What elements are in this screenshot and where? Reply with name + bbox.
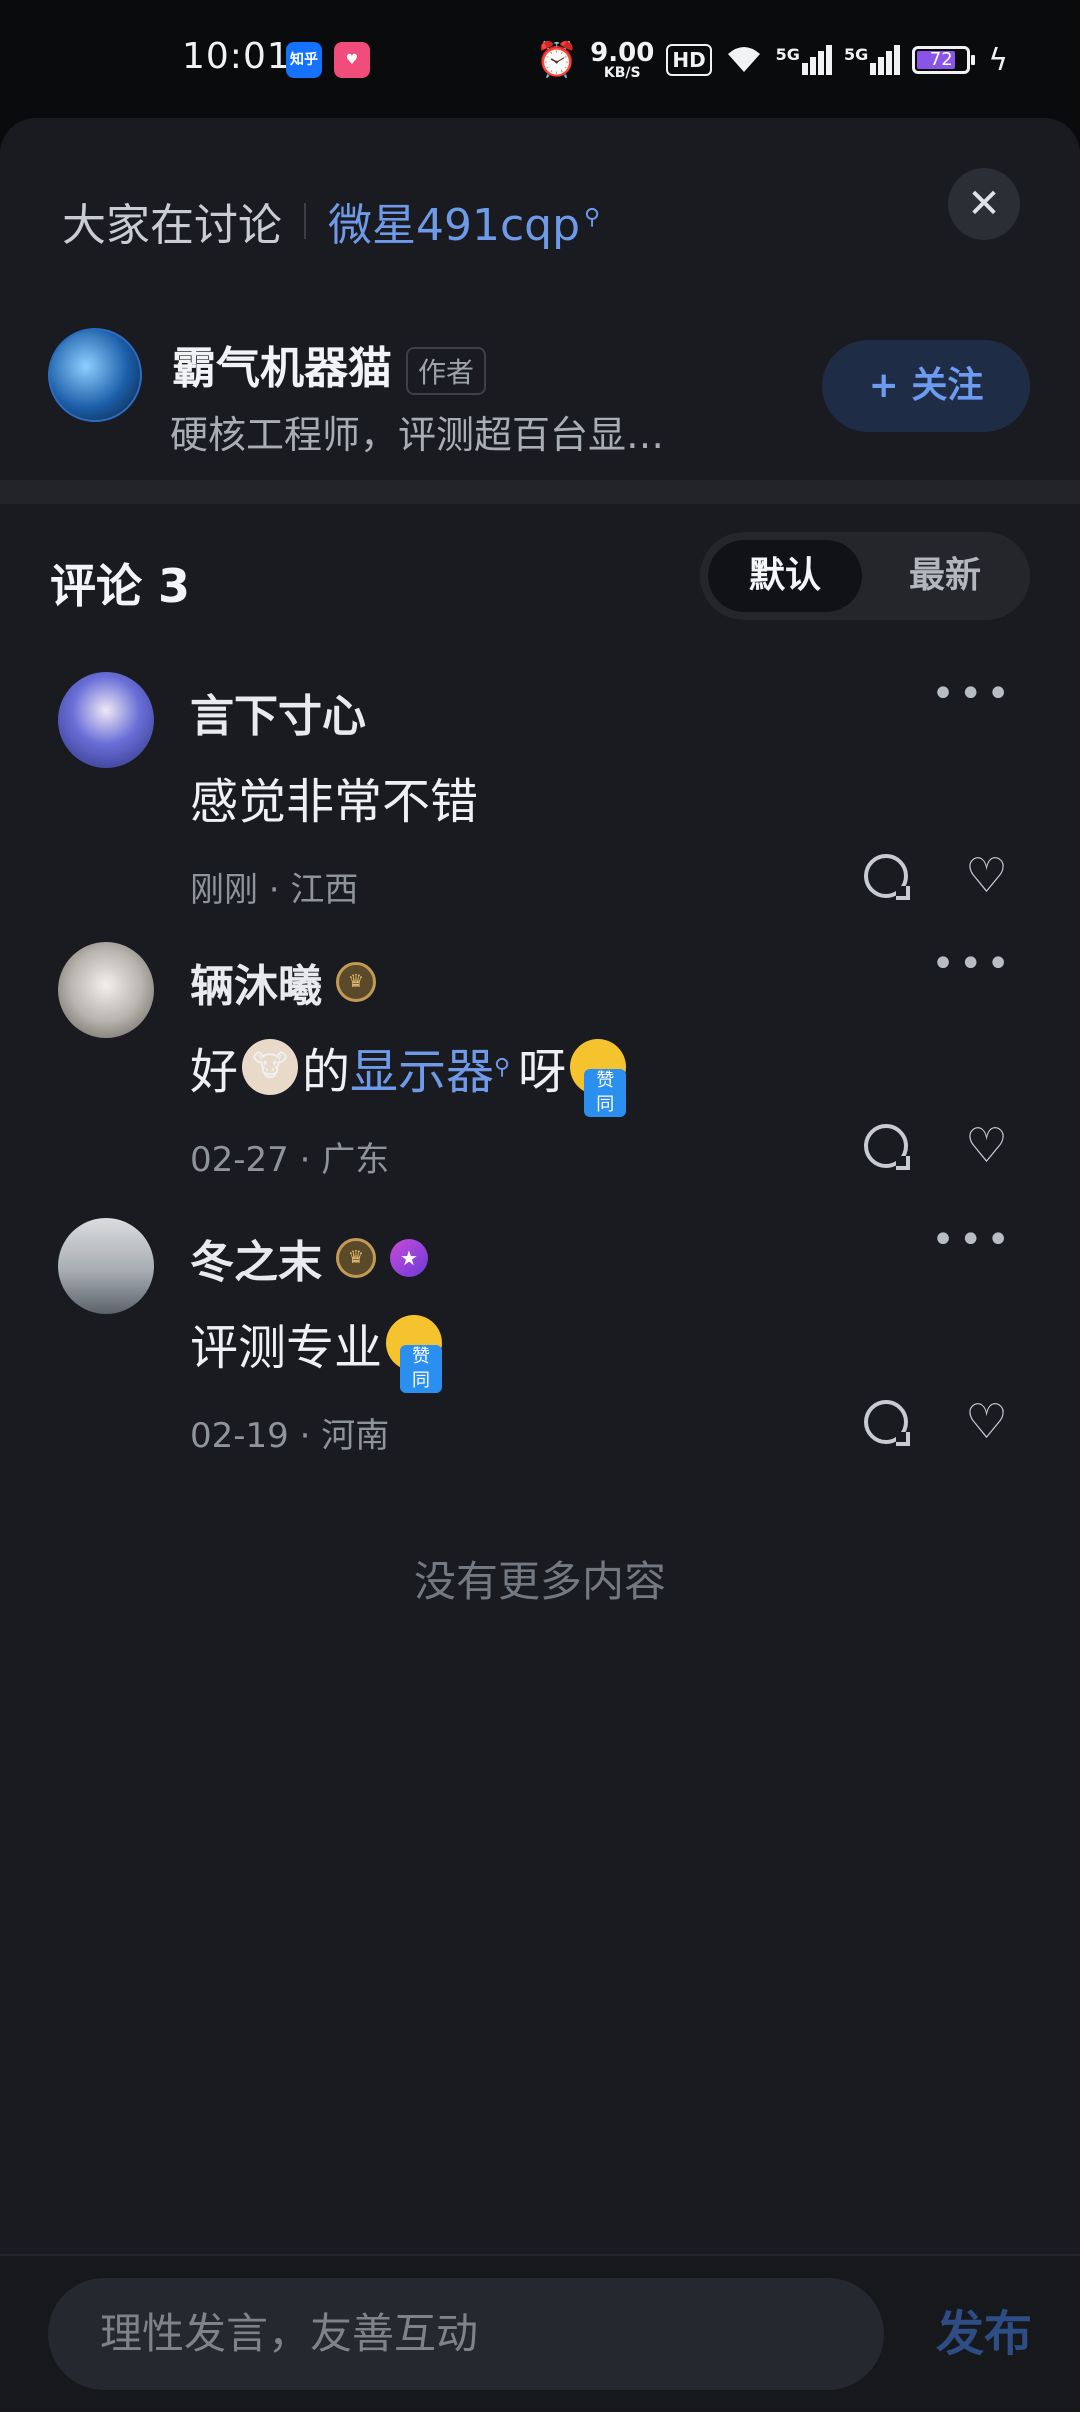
reply-icon[interactable]: [864, 854, 910, 900]
like-heart-icon[interactable]: ♡: [965, 1118, 1008, 1174]
signal-icon-2: 5G: [843, 45, 901, 75]
commenter-name-text: 辆沐曦: [190, 961, 322, 1012]
agree-emoji-icon: [570, 1039, 627, 1117]
star-badge-icon: ★: [390, 1239, 428, 1277]
reply-icon[interactable]: [864, 1400, 910, 1446]
topic-divider: [304, 203, 306, 239]
sort-toggle: 默认 最新: [700, 532, 1030, 620]
comment-text-part: 呀: [518, 1044, 567, 1100]
commenter-avatar[interactable]: [58, 942, 154, 1038]
comment-text: 评测专业: [190, 1308, 446, 1393]
crown-badge-icon: ♛: [336, 962, 376, 1002]
comment-text: 感觉非常不错: [190, 774, 479, 830]
publish-button[interactable]: 发布: [936, 2278, 1032, 2390]
comment-composer: 理性发言，友善互动 发布: [0, 2254, 1080, 2412]
comment-text: 好 🐮 的 显示器 ⚲ 呀: [190, 1032, 630, 1117]
commenter-name-text: 冬之末: [190, 1237, 322, 1288]
status-time: 10:01: [182, 36, 291, 77]
comment-meta: 02-27 · 广东: [190, 1140, 390, 1180]
search-icon: ⚲: [584, 205, 601, 231]
commenter-name[interactable]: 辆沐曦 ♛: [190, 950, 376, 1014]
commenter-name-text: 言下寸心: [190, 691, 366, 742]
alarm-icon: ⏰: [535, 40, 579, 80]
status-right-group: ⏰ 9.00 KB/S HD 5G 5G 72 ϟ: [536, 36, 1008, 84]
comment-meta: 刚刚 · 江西: [190, 870, 359, 910]
comment-input[interactable]: 理性发言，友善互动: [48, 2278, 884, 2390]
net-speed-unit: KB/S: [603, 65, 641, 81]
reply-icon[interactable]: [864, 1124, 910, 1170]
author-description: 硬核工程师，评测超百台显…: [170, 413, 665, 457]
comments-sheet: 大家在讨论 微星491cqp ⚲ ✕ 霸气机器猫 作者 硬核工程师，评测超百台显… …: [0, 118, 1080, 2412]
net-speed-value: 9.00: [590, 38, 655, 68]
topic-row: 大家在讨论 微星491cqp ⚲: [62, 178, 1080, 264]
cow-emoji-icon: 🐮: [242, 1039, 299, 1095]
comment-text-part: 的: [302, 1044, 351, 1100]
like-heart-icon[interactable]: ♡: [965, 848, 1008, 904]
discussion-label: 大家在讨论: [62, 200, 282, 251]
commenter-avatar[interactable]: [58, 1218, 154, 1314]
wifi-icon: [724, 42, 764, 78]
close-button[interactable]: ✕: [948, 168, 1020, 240]
commenter-name[interactable]: 冬之末 ♛ ★: [190, 1226, 428, 1290]
close-icon: ✕: [967, 181, 1001, 227]
author-avatar[interactable]: [48, 328, 142, 422]
hd-icon: HD: [666, 44, 712, 76]
comment-text-part: 评测专业: [190, 1320, 383, 1376]
like-heart-icon[interactable]: ♡: [965, 1394, 1008, 1450]
agree-emoji-icon: [386, 1315, 443, 1393]
more-options-icon[interactable]: •••: [931, 1220, 1014, 1260]
comments-count-title: 评论 3: [50, 559, 191, 613]
sort-default-button[interactable]: 默认: [708, 540, 862, 612]
follow-button[interactable]: + 关注: [822, 340, 1030, 432]
topic-link[interactable]: 微星491cqp ⚲: [328, 189, 600, 253]
author-name-text: 霸气机器猫: [172, 343, 392, 394]
comment-input-placeholder: 理性发言，友善互动: [100, 2309, 479, 2358]
battery-icon: 72: [912, 46, 976, 74]
signal-icon: 5G: [776, 45, 832, 75]
commenter-name[interactable]: 言下寸心: [190, 680, 366, 744]
author-row[interactable]: 霸气机器猫 作者 硬核工程师，评测超百台显… + 关注: [48, 320, 1030, 457]
more-options-icon[interactable]: •••: [931, 944, 1014, 984]
signal-label: 5G: [775, 45, 800, 64]
zhihu-app-icon: 知乎: [286, 42, 322, 78]
commenter-avatar[interactable]: [58, 672, 154, 768]
search-icon: ⚲: [494, 1054, 511, 1080]
author-name[interactable]: 霸气机器猫 作者: [172, 332, 487, 396]
no-more-content-label: 没有更多内容: [413, 1557, 666, 1606]
signal-label-2: 5G: [843, 45, 869, 64]
status-bar: 10:01 知乎 ♥ ⏰ 9.00 KB/S HD 5G 5G 72 ϟ: [0, 0, 1080, 120]
keyword-link[interactable]: 显示器: [350, 1032, 494, 1102]
comment-text-part: 好: [190, 1044, 239, 1100]
sort-latest-button[interactable]: 最新: [868, 540, 1022, 612]
net-speed: 9.00 KB/S: [590, 40, 654, 80]
author-tag: 作者: [406, 347, 487, 395]
section-divider: [0, 480, 1080, 504]
topic-link-text: 微星491cqp: [328, 200, 581, 251]
comment-item: 辆沐曦 ♛ ••• 好 🐮 的 显示器⚲ 呀 02-27 · 广东 ♡: [0, 942, 1080, 1202]
notification-app-icon: ♥: [334, 42, 370, 78]
more-options-icon[interactable]: •••: [931, 674, 1014, 714]
battery-level: 72: [929, 49, 953, 70]
crown-badge-icon: ♛: [336, 1238, 376, 1278]
comment-item: 冬之末 ♛ ★ ••• 评测专业 02-19 · 河南 ♡: [0, 1218, 1080, 1478]
comment-item: 言下寸心 ••• 感觉非常不错 刚刚 · 江西 ♡: [0, 672, 1080, 932]
charging-icon: ϟ: [988, 42, 1008, 78]
comment-meta: 02-19 · 河南: [190, 1416, 390, 1456]
